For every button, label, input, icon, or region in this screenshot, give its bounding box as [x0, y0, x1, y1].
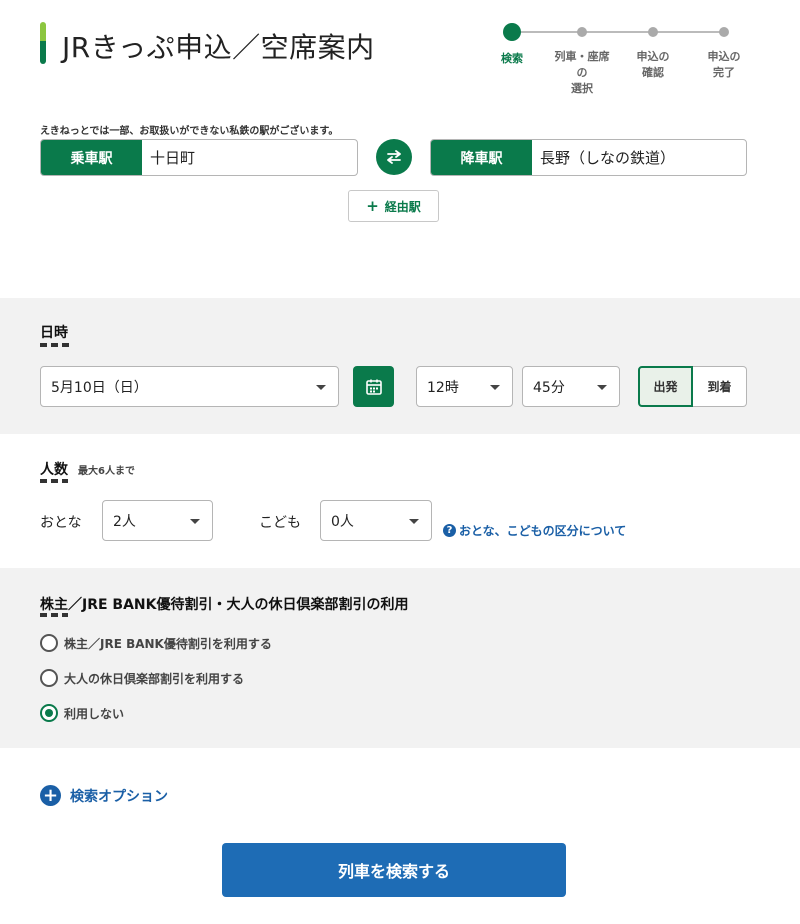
station-note: えきねっとでは一部、お取扱いができない私鉄の駅がございます。 — [40, 126, 339, 137]
title-underline — [40, 479, 68, 483]
radio-button-icon[interactable] — [40, 634, 58, 652]
people-title: 人数 — [40, 462, 68, 478]
chevron-down-icon — [316, 385, 326, 390]
page-title: JRきっぷ申込／空席案内 — [62, 31, 375, 64]
radio-button-icon[interactable] — [40, 669, 58, 687]
datetime-title: 日時 — [40, 325, 68, 341]
help-link-text: おとな、こどもの区分について — [459, 524, 627, 538]
step-label: 申込の 完了 — [707, 50, 741, 79]
adult-count-select[interactable]: 2人 — [102, 500, 213, 541]
chevron-down-icon — [190, 519, 200, 524]
via-station-label: 経由駅 — [384, 199, 421, 214]
arrival-station-input[interactable]: 長野（しなの鉄道） — [532, 140, 675, 175]
plus-icon: + — [366, 197, 379, 215]
departure-station-label: 乗車駅 — [41, 140, 142, 175]
radio-label: 大人の休日倶楽部割引を利用する — [64, 671, 245, 686]
step-select-train: 列車・座席の 選択 — [552, 22, 612, 97]
hour-value: 12時 — [427, 379, 459, 396]
child-label: こども — [259, 515, 301, 531]
radio-otona-club-discount[interactable]: 大人の休日倶楽部割引を利用する — [40, 669, 244, 687]
step-dot-icon — [503, 23, 521, 41]
chevron-down-icon — [409, 519, 419, 524]
date-select[interactable]: 5月10日（日） — [40, 366, 339, 407]
title-underline — [40, 343, 72, 347]
calendar-icon — [365, 379, 382, 395]
step-dot-icon — [648, 27, 658, 37]
step-label: 列車・座席の 選択 — [554, 50, 610, 95]
minute-value: 45分 — [533, 379, 565, 396]
adult-label: おとな — [40, 515, 82, 531]
page-header: JRきっぷ申込／空席案内 検索 列車・座席の 選択 申込の 確認 申込の 完了 — [0, 0, 800, 110]
search-options-label: 検索オプション — [70, 788, 168, 805]
people-max-note: 最大6人まで — [78, 466, 135, 477]
step-label: 検索 — [501, 52, 523, 65]
child-count-select[interactable]: 0人 — [320, 500, 432, 541]
hour-select[interactable]: 12時 — [416, 366, 513, 407]
departure-station-field[interactable]: 乗車駅 十日町 — [40, 139, 358, 176]
people-title-row: 人数 最大6人まで — [40, 459, 135, 479]
step-complete: 申込の 完了 — [694, 22, 754, 81]
swap-stations-button[interactable] — [376, 139, 412, 175]
arrive-toggle[interactable]: 到着 — [693, 366, 747, 407]
departure-station-input[interactable]: 十日町 — [142, 140, 195, 175]
adult-count-value: 2人 — [113, 513, 136, 530]
plus-circle-icon: + — [40, 785, 61, 806]
radio-no-discount[interactable]: 利用しない — [40, 704, 124, 722]
step-dot-icon — [719, 27, 729, 37]
step-confirm: 申込の 確認 — [623, 22, 683, 81]
child-count-value: 0人 — [331, 513, 354, 530]
radio-label: 利用しない — [64, 706, 125, 721]
depart-toggle[interactable]: 出発 — [638, 366, 693, 407]
arrival-station-label: 降車駅 — [431, 140, 532, 175]
chevron-down-icon — [597, 385, 607, 390]
step-label: 申込の 確認 — [636, 50, 670, 79]
step-search: 検索 — [482, 22, 542, 67]
question-icon: ? — [443, 524, 456, 537]
step-dot-icon — [577, 27, 587, 37]
search-options-toggle[interactable]: + 検索オプション — [40, 785, 168, 806]
chevron-down-icon — [490, 385, 500, 390]
progress-steps: 検索 列車・座席の 選択 申込の 確認 申込の 完了 — [488, 22, 758, 95]
search-trains-button[interactable]: 列車を検索する — [222, 843, 566, 897]
radio-shareholder-discount[interactable]: 株主／JRE BANK優待割引を利用する — [40, 634, 272, 652]
title-accent-bar — [40, 22, 46, 64]
arrival-station-field[interactable]: 降車駅 長野（しなの鉄道） — [430, 139, 747, 176]
add-via-station-button[interactable]: + 経由駅 — [348, 190, 439, 222]
radio-button-checked-icon[interactable] — [40, 704, 58, 722]
swap-arrows-icon — [387, 150, 401, 164]
date-value: 5月10日（日） — [51, 379, 148, 396]
discount-title: 株主／JRE BANK優待割引・大人の休日倶楽部割引の利用 — [40, 597, 409, 613]
age-category-help-link[interactable]: ? おとな、こどもの区分について — [443, 522, 626, 539]
minute-select[interactable]: 45分 — [522, 366, 620, 407]
radio-label: 株主／JRE BANK優待割引を利用する — [64, 636, 272, 651]
calendar-button[interactable] — [353, 366, 394, 407]
title-underline — [40, 613, 68, 617]
